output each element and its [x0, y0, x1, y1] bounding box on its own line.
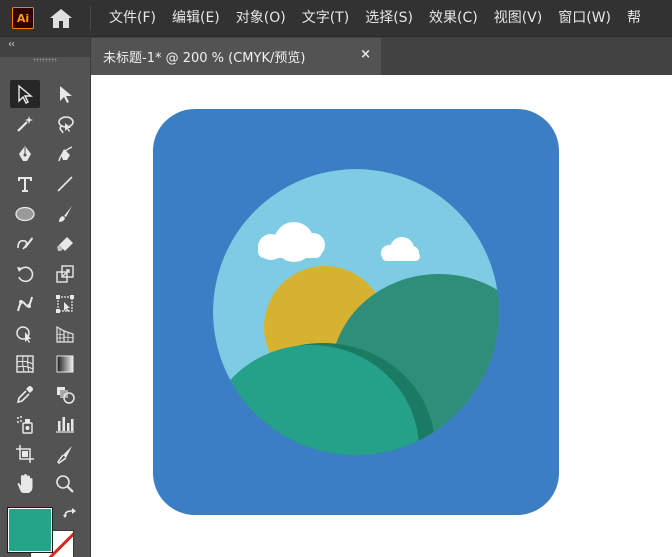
zoom-tool-icon [56, 475, 74, 493]
eraser-tool-button[interactable] [50, 230, 80, 258]
artboard-tool-button[interactable] [10, 440, 40, 468]
fill-color-swatch-front[interactable] [7, 507, 53, 553]
menu-separator [90, 6, 91, 30]
direct-selection-tool-button[interactable] [50, 80, 80, 108]
shaper-tool-icon [17, 237, 33, 250]
scale-tool-button[interactable] [50, 260, 80, 288]
puppet-warp-tool-icon [17, 296, 33, 312]
illustrator-window: Ai 文件(F) 编辑(E) 对象(O) 文字(T) 选择(S) 效果(C) 视… [0, 0, 672, 557]
perspective-grid-tool-button[interactable] [50, 320, 80, 348]
menu-file[interactable]: 文件(F) [101, 0, 164, 37]
close-tab-button[interactable]: × [360, 47, 371, 62]
direct-selection-tool-icon [60, 86, 72, 103]
type-tool-icon [18, 177, 32, 192]
mesh-tool-icon [16, 355, 34, 373]
document-tab-title: 未标题-1* @ 200 % (CMYK/预览) [103, 51, 306, 66]
lasso-tool-button[interactable] [50, 110, 80, 138]
shaper-tool-button[interactable] [10, 230, 40, 258]
menu-object[interactable]: 对象(O) [228, 0, 294, 37]
menu-edit[interactable]: 编辑(E) [164, 0, 228, 37]
app-logo: Ai [12, 7, 34, 29]
blend-tool-button[interactable] [50, 380, 80, 408]
zoom-tool-button[interactable] [50, 470, 80, 498]
tools-panel-header: ‹‹ [0, 37, 90, 57]
paintbrush-tool-icon [59, 206, 72, 222]
magic-wand-tool-button[interactable] [10, 110, 40, 138]
paintbrush-tool-button[interactable] [50, 200, 80, 228]
menu-view[interactable]: 视图(V) [486, 0, 551, 37]
blend-tool-icon [57, 387, 75, 404]
collapse-panel-button[interactable]: ‹‹ [8, 39, 15, 50]
curvature-tool-button[interactable] [50, 140, 80, 168]
perspective-grid-tool-icon [56, 325, 74, 343]
scale-tool-icon [56, 265, 74, 283]
artboard-tool-icon [16, 445, 34, 463]
swap-fill-stroke-icon[interactable] [62, 508, 78, 524]
gradient-tool-icon [56, 355, 74, 373]
lasso-tool-icon [58, 116, 74, 134]
selection-tool-button[interactable] [10, 80, 40, 108]
landscape-icon-artwork[interactable] [153, 109, 559, 515]
tools-panel: ‹‹ [0, 37, 91, 557]
shape-builder-tool-button[interactable] [10, 320, 40, 348]
document-canvas[interactable] [91, 75, 672, 557]
puppet-warp-tool-button[interactable] [10, 290, 40, 318]
menu-effect[interactable]: 效果(C) [421, 0, 486, 37]
mesh-tool-button[interactable] [10, 350, 40, 378]
line-segment-tool-button[interactable] [50, 170, 80, 198]
eyedropper-tool-icon [16, 386, 33, 404]
eyedropper-tool-button[interactable] [10, 380, 40, 408]
hand-tool-button[interactable] [10, 470, 40, 498]
menu-type[interactable]: 文字(T) [294, 0, 357, 37]
slice-tool-button[interactable] [50, 440, 80, 468]
magic-wand-tool-icon [17, 116, 33, 132]
slice-tool-icon [57, 446, 72, 464]
panel-grip[interactable] [33, 58, 57, 62]
menu-bar: Ai 文件(F) 编辑(E) 对象(O) 文字(T) 选择(S) 效果(C) 视… [0, 0, 672, 37]
free-transform-tool-icon [56, 295, 74, 313]
pen-tool-icon [19, 146, 31, 161]
curvature-tool-icon [58, 146, 73, 162]
shape-builder-tool-icon [16, 326, 31, 343]
home-button[interactable] [48, 5, 74, 31]
document-tab-bar: 未标题-1* @ 200 % (CMYK/预览) × [91, 37, 672, 75]
rotate-tool-button[interactable] [10, 260, 40, 288]
selection-tool-icon [18, 84, 33, 104]
type-tool-button[interactable] [10, 170, 40, 198]
symbol-sprayer-tool-button[interactable] [10, 410, 40, 438]
gradient-tool-button[interactable] [50, 350, 80, 378]
home-icon [50, 9, 72, 28]
column-graph-tool-button[interactable] [50, 410, 80, 438]
rotate-tool-icon [17, 266, 34, 283]
column-graph-tool-icon [56, 417, 74, 433]
ellipse-tool-button[interactable] [10, 200, 40, 228]
pen-tool-button[interactable] [10, 140, 40, 168]
eraser-tool-icon [57, 237, 73, 251]
hand-tool-icon [17, 474, 33, 493]
line-segment-tool-icon [57, 176, 73, 192]
menu-help[interactable]: 帮 [619, 0, 649, 37]
document-tab[interactable]: 未标题-1* @ 200 % (CMYK/预览) × [91, 38, 381, 75]
menu-select[interactable]: 选择(S) [357, 0, 421, 37]
free-transform-tool-button[interactable] [50, 290, 80, 318]
symbol-sprayer-tool-icon [17, 416, 33, 434]
menu-window[interactable]: 窗口(W) [550, 0, 619, 37]
ellipse-tool-icon [15, 206, 35, 222]
